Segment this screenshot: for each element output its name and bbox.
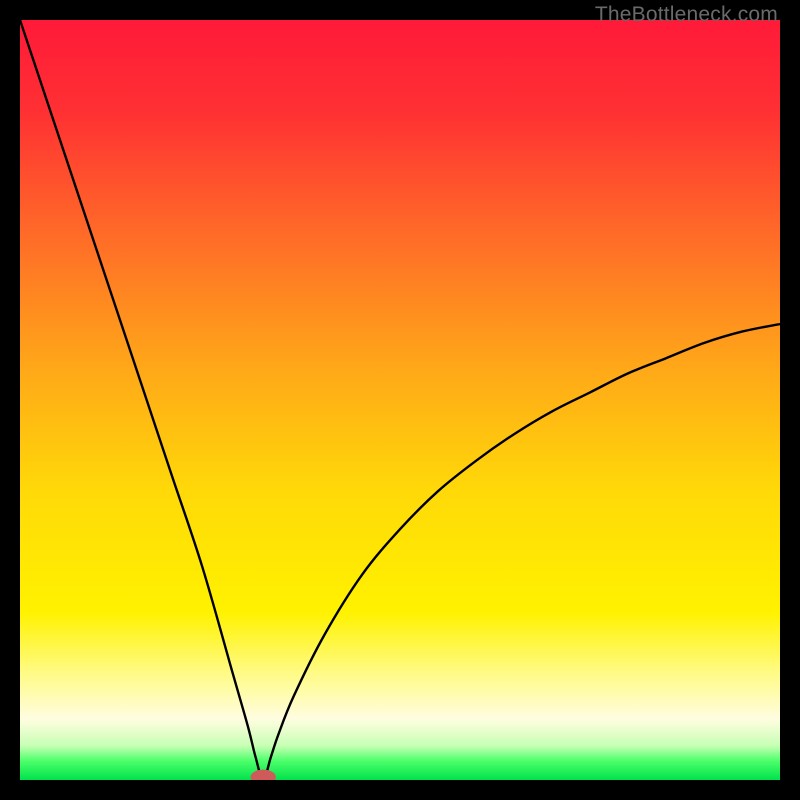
plot-frame: [20, 20, 780, 780]
trough-marker: [251, 770, 275, 780]
watermark-text: TheBottleneck.com: [595, 3, 778, 27]
bottleneck-curve: [20, 20, 780, 780]
